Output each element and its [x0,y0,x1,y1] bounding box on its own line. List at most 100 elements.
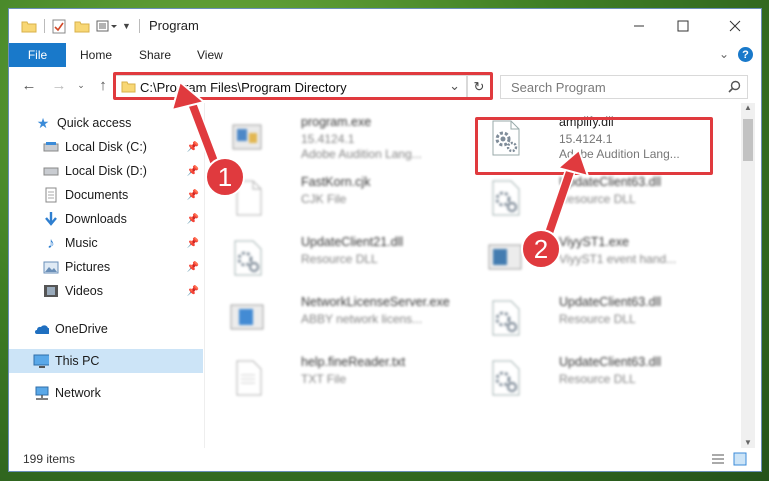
dll-gear-icon [492,300,520,336]
file-item[interactable]: UpdateClient63.dll Resource DLL [477,169,713,223]
sidebar-item-quick-access[interactable]: ★ Quick access [9,111,203,135]
file-name: UpdateClient63.dll [559,175,662,189]
minimize-button[interactable] [617,13,661,39]
file-item[interactable]: help.fineReader.txt TXT File [219,349,455,403]
search-input[interactable]: Search Program [500,75,748,99]
navigation-bar: ← → ⌄ ↑ C:\Program Files\Program Directo… [9,67,761,103]
file-name: FastKorn.cjk [301,175,371,189]
sidebar-item-label: Documents [65,188,129,202]
scroll-down-icon[interactable]: ▼ [744,438,752,447]
up-arrow-icon[interactable]: ↑ [93,76,113,94]
file-name: ViyyST1.exe [559,235,629,249]
sidebar-item-documents[interactable]: Documents 📌 [9,183,203,207]
title-bar: ▼ Program [9,9,761,43]
sidebar-item-local-disk-c[interactable]: Local Disk (C:) 📌 [9,135,203,159]
search-placeholder: Search Program [511,80,606,95]
sidebar-item-label: Local Disk (C:) [65,140,147,154]
file-detail: CJK File [301,192,347,206]
file-name: help.fineReader.txt [301,355,406,369]
ribbon-tabs: File Home Share View ⌄ ? [9,43,761,68]
forward-arrow-icon[interactable]: → [49,76,69,94]
tab-file[interactable]: File [9,43,66,67]
drive-icon [43,139,59,155]
file-detail: Resource DLL [559,372,636,386]
pictures-icon [43,259,59,275]
folder-icon [21,21,37,33]
download-icon [43,211,59,227]
scrollbar-thumb[interactable] [743,119,753,161]
sidebar-item-this-pc[interactable]: This PC [9,349,203,373]
details-view-icon[interactable] [711,453,725,465]
music-icon: ♪ [47,234,55,252]
sidebar-item-videos[interactable]: Videos 📌 [9,279,203,303]
customize-toolbar-icon[interactable]: ▼ [122,21,131,31]
navigation-pane: ★ Quick access Local Disk (C:) 📌 Local D… [9,103,204,448]
file-detail: TXT File [301,372,347,386]
file-name: UpdateClient63.dll [559,295,662,309]
file-list: program.exe 15.4124.1 Adobe Audition Lan… [205,103,741,448]
text-file-icon [236,360,262,396]
sidebar-item-downloads[interactable]: Downloads 📌 [9,207,203,231]
new-folder-icon[interactable] [74,19,90,33]
status-bar: 199 items [9,448,761,471]
tab-home[interactable]: Home [80,43,112,67]
file-highlight-box [475,117,713,175]
file-item[interactable]: UpdateClient63.dll Resource DLL [477,349,713,403]
callout-badge-1: 1 [205,157,245,197]
sidebar-item-onedrive[interactable]: OneDrive [9,317,203,341]
cloud-icon [33,321,49,337]
dll-gear-icon [234,240,262,276]
star-icon: ★ [36,114,50,131]
sidebar-item-music[interactable]: ♪ Music 📌 [9,231,203,255]
exe-icon [488,244,522,270]
maximize-button[interactable] [661,13,705,39]
callout-badge-2: 2 [521,229,561,269]
pin-icon: 📌 [186,189,199,201]
file-name: NetworkLicenseServer.exe [301,295,450,309]
dll-gear-icon [492,360,520,396]
pin-icon: 📌 [186,285,199,297]
file-item[interactable]: UpdateClient63.dll Resource DLL [477,289,713,343]
view-options-icon[interactable] [96,19,118,33]
file-item[interactable]: ViyyST1.exe ViyyST1 event hand... [477,229,713,283]
vertical-scrollbar[interactable]: ▲ ▼ [741,103,755,448]
sidebar-item-label: Quick access [57,116,132,130]
file-detail: Resource DLL [559,192,636,206]
help-icon[interactable]: ? [738,47,753,62]
file-name: UpdateClient63.dll [559,355,662,369]
file-detail: Resource DLL [301,252,378,266]
file-detail: ABBY network licens... [301,312,423,326]
file-item[interactable]: UpdateClient21.dll Resource DLL [219,229,455,283]
sidebar-item-label: Local Disk (D:) [65,164,147,178]
exe-icon [232,124,262,150]
file-item[interactable]: FastKorn.cjk CJK File [219,169,455,223]
window-title: Program [149,18,199,33]
pin-icon: 📌 [186,261,199,273]
tab-view[interactable]: View [197,43,223,67]
properties-icon[interactable] [52,19,66,34]
computer-icon [33,353,49,369]
sidebar-item-label: Downloads [65,212,127,226]
sidebar-item-network[interactable]: Network [9,381,203,405]
sidebar-item-pictures[interactable]: Pictures 📌 [9,255,203,279]
sidebar-item-local-disk-d[interactable]: Local Disk (D:) 📌 [9,159,203,183]
pin-icon: 📌 [186,237,199,249]
back-arrow-icon[interactable]: ← [19,76,39,94]
scroll-up-icon[interactable]: ▲ [744,103,752,112]
close-button[interactable] [713,13,757,39]
large-icons-view-icon[interactable] [733,452,747,466]
sidebar-item-label: This PC [55,354,100,368]
exe-icon [230,304,264,330]
sidebar-item-label: OneDrive [55,322,108,336]
item-count: 199 items [23,452,76,466]
file-item[interactable]: NetworkLicenseServer.exe ABBY network li… [219,289,455,343]
file-name: UpdateClient21.dll [301,235,404,249]
tab-share[interactable]: Share [139,43,171,67]
file-item[interactable]: program.exe 15.4124.1 Adobe Audition Lan… [219,109,455,163]
recent-locations-icon[interactable]: ⌄ [71,76,91,94]
pin-icon: 📌 [186,141,199,153]
file-name: program.exe [301,115,372,129]
dll-gear-icon [492,180,520,216]
file-detail: ViyyST1 event hand... [559,252,677,266]
chevron-down-icon[interactable]: ⌄ [719,47,729,61]
